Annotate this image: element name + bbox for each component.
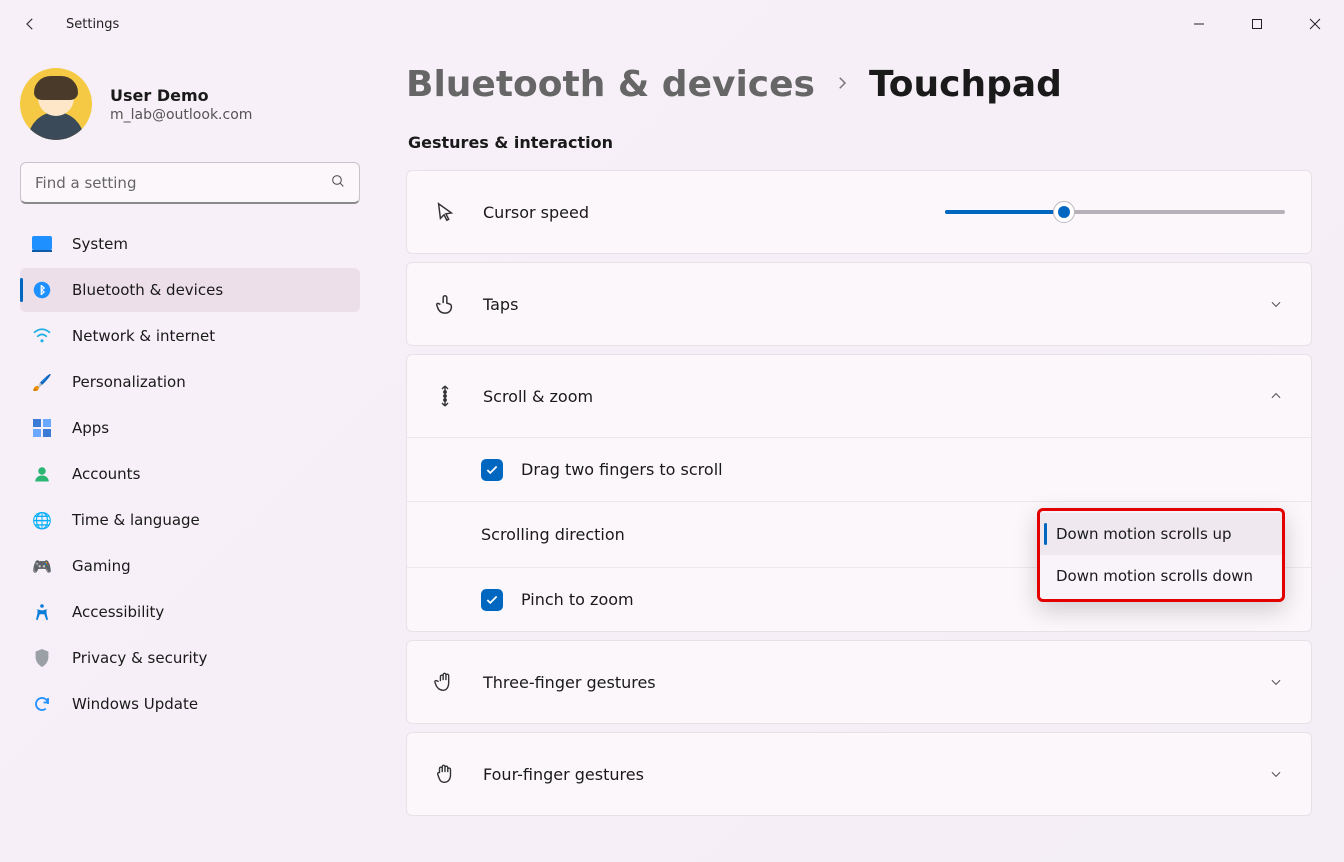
drag-two-fingers-checkbox[interactable]	[481, 459, 503, 481]
sidebar-item-label: Time & language	[72, 511, 200, 529]
cursor-icon	[433, 200, 457, 224]
section-title: Gestures & interaction	[408, 133, 1312, 152]
sidebar-item-apps[interactable]: Apps	[20, 406, 360, 450]
window-title: Settings	[66, 17, 119, 32]
chevron-down-icon	[1269, 766, 1285, 782]
titlebar: Settings	[0, 0, 1344, 48]
sidebar-item-label: Gaming	[72, 557, 131, 575]
sidebar-item-personalization[interactable]: 🖌️ Personalization	[20, 360, 360, 404]
minimize-button[interactable]	[1170, 4, 1228, 44]
sidebar-item-bluetooth[interactable]: Bluetooth & devices	[20, 268, 360, 312]
arrow-left-icon	[21, 15, 39, 33]
chevron-down-icon	[1269, 674, 1285, 690]
cursor-speed-label: Cursor speed	[483, 203, 589, 222]
user-email: m_lab@outlook.com	[110, 107, 252, 123]
cursor-speed-card: Cursor speed	[406, 170, 1312, 254]
sidebar-item-time-language[interactable]: 🌐 Time & language	[20, 498, 360, 542]
shield-icon	[32, 648, 52, 668]
nav: System Bluetooth & devices Network & int…	[20, 222, 360, 726]
person-icon	[32, 464, 52, 484]
search-input[interactable]	[20, 162, 360, 204]
sidebar-item-label: Bluetooth & devices	[72, 281, 223, 299]
pinch-zoom-checkbox[interactable]	[481, 589, 503, 611]
chevron-down-icon	[1269, 296, 1285, 312]
four-finger-card[interactable]: Four-finger gestures	[406, 732, 1312, 816]
taps-label: Taps	[483, 295, 518, 314]
scrolling-direction-row: Scrolling direction Down motion scrolls …	[407, 501, 1311, 567]
update-icon	[32, 694, 52, 714]
user-profile[interactable]: User Demo m_lab@outlook.com	[20, 68, 360, 140]
display-icon	[32, 234, 52, 254]
sidebar-item-label: Privacy & security	[72, 649, 207, 667]
hand-icon	[433, 762, 457, 786]
sidebar-item-label: Accounts	[72, 465, 140, 483]
chevron-right-icon	[833, 74, 851, 96]
scrolling-direction-dropdown: Down motion scrolls up Down motion scrol…	[1037, 508, 1285, 602]
sidebar: User Demo m_lab@outlook.com System Bluet…	[0, 48, 380, 862]
sidebar-item-label: System	[72, 235, 128, 253]
sidebar-item-privacy[interactable]: Privacy & security	[20, 636, 360, 680]
wifi-icon	[32, 326, 52, 346]
gamepad-icon: 🎮	[32, 556, 52, 576]
pinch-zoom-label: Pinch to zoom	[521, 590, 634, 609]
breadcrumb-parent[interactable]: Bluetooth & devices	[406, 64, 815, 105]
breadcrumb-current: Touchpad	[869, 64, 1062, 105]
sidebar-item-label: Personalization	[72, 373, 186, 391]
dropdown-option-up[interactable]: Down motion scrolls up	[1040, 513, 1282, 555]
tap-icon	[433, 292, 457, 316]
chevron-up-icon	[1269, 388, 1285, 404]
minimize-icon	[1193, 18, 1205, 30]
globe-clock-icon: 🌐	[32, 510, 52, 530]
avatar	[20, 68, 92, 140]
sidebar-item-label: Accessibility	[72, 603, 164, 621]
sidebar-item-label: Apps	[72, 419, 109, 437]
scroll-zoom-card: Scroll & zoom Drag two fingers to scroll…	[406, 354, 1312, 632]
three-finger-label: Three-finger gestures	[483, 673, 656, 692]
search-icon	[330, 173, 346, 193]
sidebar-item-network[interactable]: Network & internet	[20, 314, 360, 358]
search-wrapper	[20, 162, 360, 204]
scroll-icon	[433, 384, 457, 408]
apps-icon	[32, 418, 52, 438]
taps-card[interactable]: Taps	[406, 262, 1312, 346]
cursor-speed-slider[interactable]	[945, 202, 1285, 222]
breadcrumb: Bluetooth & devices Touchpad	[406, 64, 1312, 105]
paintbrush-icon: 🖌️	[32, 372, 52, 392]
hand-icon	[433, 670, 457, 694]
sidebar-item-accessibility[interactable]: Accessibility	[20, 590, 360, 634]
main-content: Bluetooth & devices Touchpad Gestures & …	[380, 48, 1344, 862]
sidebar-item-label: Network & internet	[72, 327, 215, 345]
four-finger-label: Four-finger gestures	[483, 765, 644, 784]
sidebar-item-accounts[interactable]: Accounts	[20, 452, 360, 496]
sidebar-item-windows-update[interactable]: Windows Update	[20, 682, 360, 726]
drag-two-fingers-row: Drag two fingers to scroll	[407, 437, 1311, 501]
scroll-zoom-header[interactable]: Scroll & zoom	[407, 355, 1311, 437]
close-icon	[1309, 18, 1321, 30]
scrolling-direction-label: Scrolling direction	[481, 525, 625, 544]
sidebar-item-system[interactable]: System	[20, 222, 360, 266]
drag-two-fingers-label: Drag two fingers to scroll	[521, 460, 723, 479]
close-button[interactable]	[1286, 4, 1344, 44]
bluetooth-icon	[32, 280, 52, 300]
three-finger-card[interactable]: Three-finger gestures	[406, 640, 1312, 724]
maximize-button[interactable]	[1228, 4, 1286, 44]
dropdown-option-down[interactable]: Down motion scrolls down	[1040, 555, 1282, 597]
sidebar-item-gaming[interactable]: 🎮 Gaming	[20, 544, 360, 588]
back-button[interactable]	[14, 8, 46, 40]
sidebar-item-label: Windows Update	[72, 695, 198, 713]
accessibility-icon	[32, 602, 52, 622]
maximize-icon	[1251, 18, 1263, 30]
user-name: User Demo	[110, 86, 252, 105]
scroll-zoom-label: Scroll & zoom	[483, 387, 593, 406]
